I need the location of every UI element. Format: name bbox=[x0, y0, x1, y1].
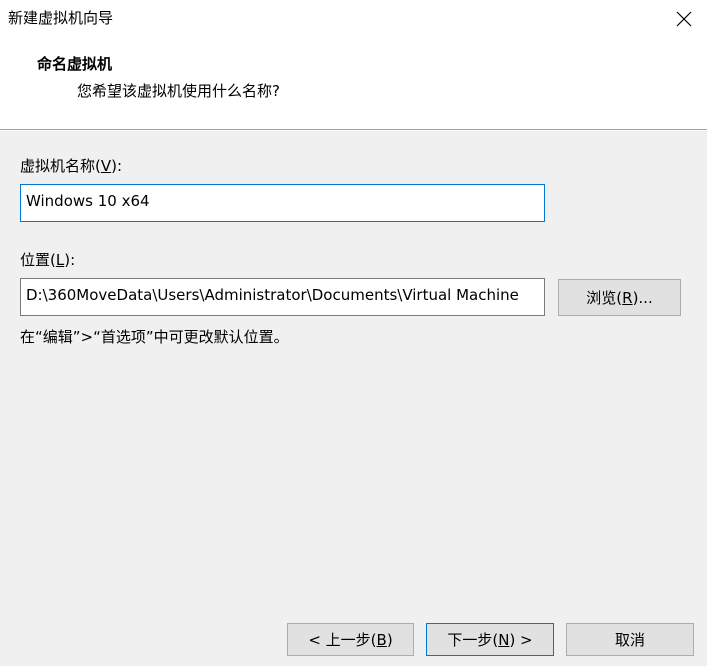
location-hint: 在“编辑”>“首选项”中可更改默认位置。 bbox=[20, 328, 289, 346]
window-title: 新建虚拟机向导 bbox=[8, 9, 114, 27]
close-icon bbox=[676, 11, 692, 27]
wizard-header: 命名虚拟机 您希望该虚拟机使用什么名称? bbox=[0, 38, 707, 130]
vm-name-input[interactable]: Windows 10 x64 bbox=[20, 184, 545, 222]
page-title: 命名虚拟机 bbox=[37, 55, 113, 73]
title-bar: 新建虚拟机向导 bbox=[0, 0, 707, 38]
vm-name-label: 虚拟机名称(V): bbox=[20, 157, 123, 175]
page-subtitle: 您希望该虚拟机使用什么名称? bbox=[77, 82, 280, 100]
location-input[interactable]: D:\360MoveData\Users\Administrator\Docum… bbox=[20, 278, 545, 316]
back-button[interactable]: < 上一步(B) bbox=[287, 623, 414, 656]
browse-button[interactable]: 浏览(R)... bbox=[558, 279, 681, 316]
cancel-button[interactable]: 取消 bbox=[566, 623, 694, 656]
next-button[interactable]: 下一步(N) > bbox=[426, 623, 554, 656]
location-label: 位置(L): bbox=[20, 251, 76, 269]
header-divider-highlight bbox=[0, 130, 707, 131]
close-button[interactable] bbox=[661, 0, 707, 38]
